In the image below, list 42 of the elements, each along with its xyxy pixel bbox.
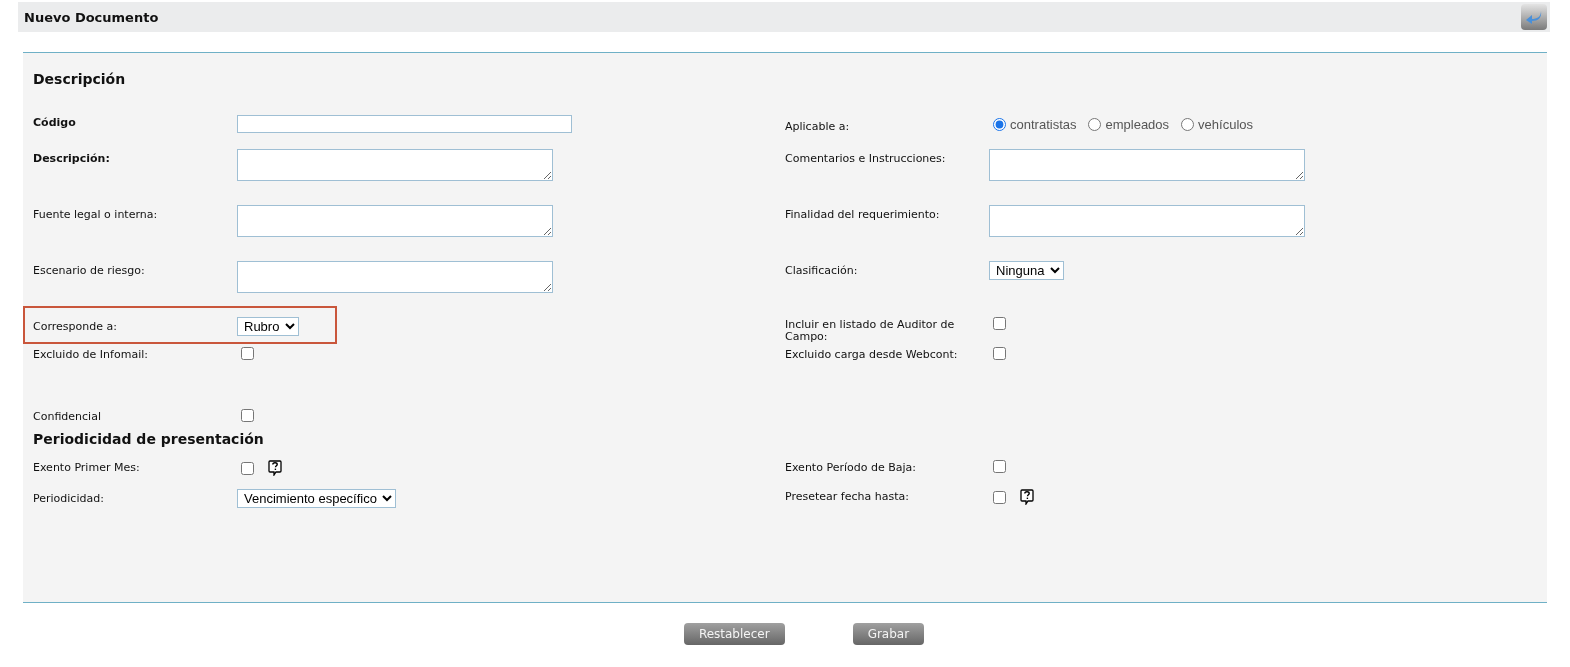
code-field[interactable] [237, 115, 572, 133]
dropdown[interactable]: Rubro [237, 317, 299, 336]
field-label: Exento Período de Baja: [785, 460, 917, 474]
help-icon[interactable] [268, 460, 282, 476]
field-label: Excluido de Infomail: [33, 347, 149, 361]
field-label: Incluir en listado de Auditor de Campo: [785, 317, 956, 343]
dropdown[interactable]: Ninguna [989, 261, 1064, 280]
field-label: Finalidad del requerimiento: [785, 207, 941, 221]
checkbox[interactable] [993, 347, 1006, 360]
help-icon[interactable] [1020, 489, 1034, 505]
section-title: Periodicidad de presentación [33, 431, 265, 449]
action-button[interactable]: Grabar [852, 623, 925, 645]
page-title: Nuevo Documento [24, 9, 159, 25]
field-label: Descripción: [33, 151, 111, 165]
field-label: Fuente legal o interna: [33, 207, 159, 221]
checkbox[interactable] [993, 460, 1006, 473]
dropdown[interactable]: Vencimiento específico [237, 489, 396, 508]
radio-label[interactable]: vehículos [1198, 117, 1253, 132]
field-label: Exento Primer Mes: [33, 460, 141, 474]
checkbox[interactable] [993, 490, 1006, 504]
radio-button[interactable] [1088, 118, 1102, 131]
field-label: Corresponde a: [33, 319, 118, 333]
field-label: Escenario de riesgo: [33, 263, 146, 277]
checkbox[interactable] [241, 347, 254, 360]
field-label: Periodicidad: [33, 491, 105, 505]
field-label: Código [33, 117, 77, 129]
radio-label[interactable]: empleados [1105, 117, 1170, 132]
field-label: Presetear fecha hasta: [785, 489, 910, 503]
back-button[interactable] [1521, 4, 1547, 30]
checkbox[interactable] [993, 317, 1006, 330]
checkbox[interactable] [241, 409, 254, 422]
field-label: Excluido carga desde Webcont: [785, 347, 959, 361]
field-label: Comentarios e Instrucciones: [785, 151, 947, 165]
section-title: Descripción [33, 70, 127, 89]
checkbox[interactable] [241, 461, 254, 475]
action-button[interactable]: Restablecer [683, 623, 785, 645]
field-label: Aplicable a: [785, 119, 851, 133]
field-label: Confidencial [33, 409, 102, 423]
radio-button[interactable] [993, 118, 1006, 131]
radio-label[interactable]: contratistas [1010, 117, 1077, 132]
radio-button[interactable] [1181, 118, 1195, 131]
field-label: Clasificación: [785, 263, 859, 277]
